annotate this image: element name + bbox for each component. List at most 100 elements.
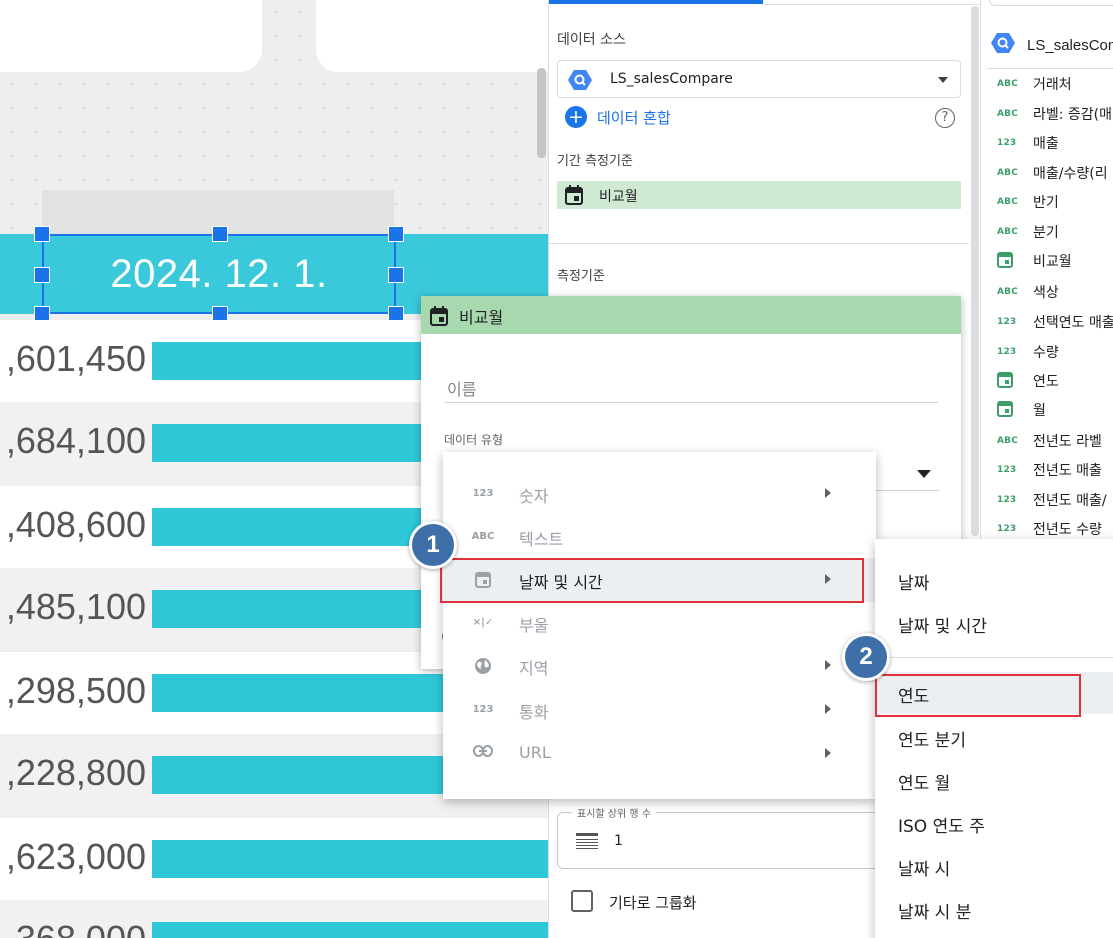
field-name: 매출/수량(리	[1033, 166, 1108, 182]
field-name: 라벨: 증감(매	[1033, 107, 1113, 123]
rows-count-value: 1	[614, 833, 623, 849]
field-name-placeholder: 이름	[447, 380, 477, 399]
submenu-item-date-hour[interactable]: 날짜 시	[875, 845, 1113, 887]
data-source-select[interactable]: LS_salesCompare	[557, 60, 961, 98]
date-range-dimension-chip[interactable]: 비교월	[557, 181, 961, 209]
data-source-name: LS_salesCompare	[610, 71, 733, 87]
add-icon: +	[565, 106, 587, 128]
field-item[interactable]: ABC 반기	[997, 191, 1059, 213]
text-type-icon: ABC	[997, 79, 1019, 89]
row-bar	[152, 922, 548, 938]
submenu-item-label: 연도 분기	[898, 731, 966, 751]
calendar-icon	[997, 251, 1033, 271]
resize-handle[interactable]	[212, 226, 228, 242]
group-others-checkbox[interactable]	[571, 890, 593, 912]
resize-handle[interactable]	[388, 267, 404, 283]
row-value: ,368,000	[6, 918, 146, 938]
tab-setup-indicator[interactable]	[549, 0, 763, 4]
chart-card[interactable]	[0, 0, 262, 72]
text-type-icon: ABC	[997, 109, 1019, 119]
table-row[interactable]: ,368,000	[0, 900, 548, 938]
submenu-item-date-hour-minute[interactable]: 날짜 시 분	[875, 888, 1113, 930]
date-range-dimension-name: 비교월	[599, 189, 638, 205]
menu-item-text[interactable]: ABC 텍스트	[443, 515, 876, 559]
field-item[interactable]: ABC 전년도 라벨	[997, 430, 1102, 452]
submenu-divider	[875, 657, 1113, 658]
text-type-icon: ABC	[471, 531, 495, 542]
field-name: 선택연도 매출	[1033, 315, 1113, 331]
field-item[interactable]: 123 전년도 매출	[997, 459, 1102, 481]
submenu-item-year-quarter[interactable]: 연도 분기	[875, 716, 1113, 758]
text-type-icon: ABC	[997, 168, 1019, 178]
field-item[interactable]: ABC 매출/수량(리	[997, 162, 1108, 184]
chevron-right-icon	[825, 660, 831, 670]
date-type-submenu: 날짜 날짜 및 시간 연도 연도 분기 연도 월 ISO 연도 주 날짜 시 날…	[875, 539, 1113, 938]
resize-handle[interactable]	[34, 226, 50, 242]
submenu-item-date[interactable]: 날짜	[875, 559, 1113, 601]
data-type-menu: 123 숫자 ABC 텍스트 날짜 및 시간 ×|✓ 부울 지역 123 통화 …	[443, 452, 876, 799]
menu-item-currency[interactable]: 123 통화	[443, 688, 876, 732]
field-item[interactable]: 123 전년도 수량	[997, 518, 1102, 540]
field-item[interactable]: 123 전년도 매출/	[997, 489, 1107, 511]
rows-icon	[576, 833, 598, 853]
text-type-icon: ABC	[997, 436, 1019, 446]
menu-item-url[interactable]: URL	[443, 732, 876, 776]
field-name: 분기	[1033, 225, 1059, 241]
scrollbar[interactable]	[971, 6, 979, 536]
field-item[interactable]: 123 매출	[997, 132, 1059, 154]
table-row[interactable]: ,623,000	[0, 818, 548, 900]
row-value: ,623,000	[5, 836, 146, 877]
field-item[interactable]: ABC 분기	[997, 221, 1059, 243]
boolean-icon: ×|✓	[472, 617, 494, 628]
field-search[interactable]	[989, 0, 1113, 6]
field-item[interactable]: ABC 거래처	[997, 73, 1072, 95]
field-name: 전년도 매출	[1033, 463, 1102, 479]
field-name: 연도	[1033, 374, 1059, 390]
field-item[interactable]: ABC 라벨: 증감(매	[997, 103, 1112, 125]
step-badge-2: 2	[842, 633, 890, 681]
field-name: 비교월	[1033, 254, 1072, 270]
field-name: 전년도 라벨	[1033, 434, 1102, 450]
field-item[interactable]: 123 수량	[997, 341, 1059, 363]
menu-item-boolean[interactable]: ×|✓ 부울	[443, 601, 876, 645]
number-type-icon: 123	[997, 524, 1017, 534]
chevron-down-icon	[938, 77, 948, 83]
date-header-text: 2024. 12. 1.	[110, 251, 328, 296]
menu-item-geo[interactable]: 지역	[443, 644, 876, 688]
submenu-item-year-month[interactable]: 연도 월	[875, 759, 1113, 801]
number-type-icon: 123	[997, 465, 1017, 475]
chart-card[interactable]	[316, 0, 548, 72]
row-value: ,684,100	[5, 420, 146, 461]
field-editor-title: 비교월	[459, 308, 504, 327]
data-panel-source[interactable]: LS_salesCompare	[991, 32, 1113, 58]
resize-handle[interactable]	[388, 226, 404, 242]
field-item[interactable]: ABC 색상	[997, 281, 1059, 303]
text-type-icon: ABC	[997, 287, 1019, 297]
resize-handle[interactable]	[34, 267, 50, 283]
dimension-label: 측정기준	[557, 269, 605, 284]
menu-item-label: URL	[519, 743, 551, 762]
field-item[interactable]: 비교월	[997, 250, 1072, 272]
text-type-icon: ABC	[997, 227, 1019, 237]
blend-data-button[interactable]: + 데이터 혼합	[565, 106, 671, 128]
link-icon	[471, 745, 495, 764]
chevron-right-icon	[825, 488, 831, 498]
number-type-icon: 123	[997, 317, 1017, 327]
highlight-year	[875, 674, 1081, 717]
help-icon[interactable]: ?	[935, 108, 955, 128]
scrollbar-thumb[interactable]	[537, 68, 546, 158]
field-item[interactable]: 123 선택연도 매출	[997, 311, 1113, 333]
data-type-label: 데이터 유형	[444, 433, 504, 447]
group-others-label: 기타로 그룹화	[609, 894, 697, 912]
field-item[interactable]: 월	[997, 399, 1046, 421]
date-header-cell[interactable]: 2024. 12. 1.	[42, 234, 396, 314]
field-name-input[interactable]: 이름	[445, 368, 938, 403]
step-badge-1: 1	[409, 521, 457, 569]
row-value: ,228,800	[5, 752, 146, 793]
submenu-item-date-time[interactable]: 날짜 및 시간	[875, 602, 1113, 644]
field-name: 전년도 수량	[1033, 522, 1102, 538]
menu-item-number[interactable]: 123 숫자	[443, 472, 876, 516]
field-item[interactable]: 연도	[997, 370, 1059, 392]
submenu-item-iso-year-week[interactable]: ISO 연도 주	[875, 802, 1113, 844]
data-source-label: 데이터 소스	[557, 32, 626, 48]
